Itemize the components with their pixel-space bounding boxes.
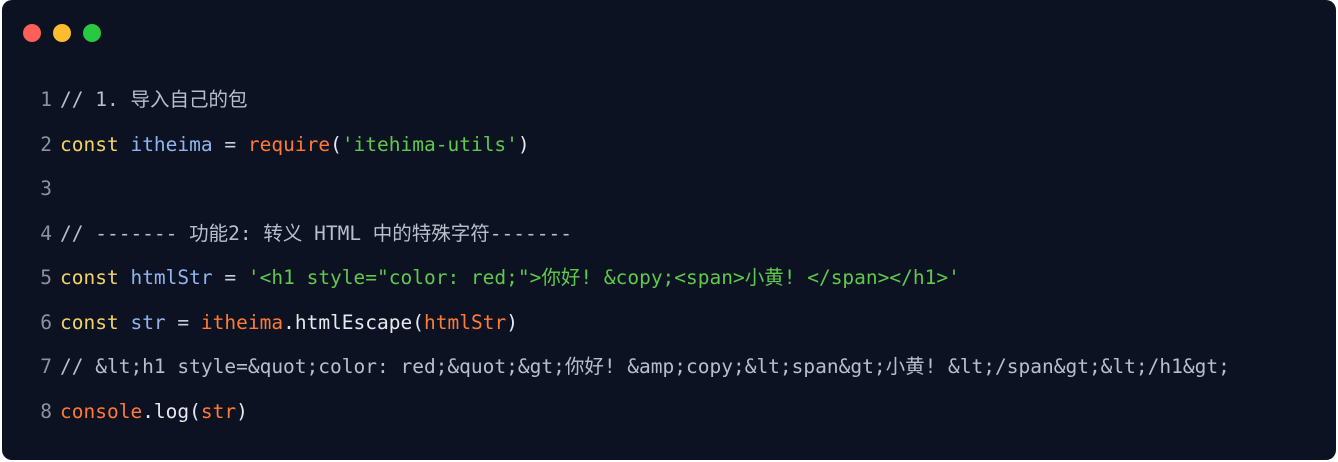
line-number: 4: [40, 221, 52, 245]
code-token-operator: [119, 266, 131, 289]
code-token-punctuation: .htmlEscape(: [283, 310, 424, 334]
line-number: 8: [40, 399, 52, 423]
line-number: 6: [40, 310, 52, 334]
code-line: 3: [2, 167, 1336, 212]
code-token-comment: // 1. 导入自己的包: [60, 88, 248, 111]
code-token-function: console: [60, 399, 143, 423]
code-token-operator: =: [212, 266, 248, 289]
code-line: 1 // 1. 导入自己的包: [2, 78, 1336, 123]
line-number: 7: [40, 355, 52, 378]
code-token-function: itheima: [200, 310, 284, 334]
code-token-punctuation: ): [517, 132, 530, 156]
code-token-operator: [119, 311, 131, 334]
window-titlebar: [2, 0, 1336, 64]
code-token-variable: str: [130, 310, 166, 334]
code-token-keyword: const: [60, 310, 119, 334]
code-line: 6 const str = itheima.htmlEscape(htmlStr): [2, 301, 1336, 346]
code-token-punctuation: ): [506, 310, 518, 334]
code-block: 1 // 1. 导入自己的包 2 const itheima = require('i…: [2, 78, 1336, 434]
code-token-keyword: const: [60, 132, 119, 156]
code-token-comment: // &lt;h1 style=&quot;color: red;&quot;&…: [60, 355, 1230, 378]
code-token-operator: =: [165, 310, 201, 334]
code-token-variable: itheima: [130, 132, 213, 156]
code-token-punctuation: (: [330, 132, 342, 156]
code-token-variable: htmlStr: [130, 266, 213, 289]
code-token-operator: =: [212, 132, 248, 156]
code-line: 2 const itheima = require('itehima-utils'…: [2, 123, 1336, 168]
code-token-keyword: const: [60, 266, 119, 289]
code-token-string: 'itehima-utils': [341, 132, 518, 156]
code-line: 8 console.log(str): [2, 390, 1336, 435]
line-number: 2: [40, 132, 52, 156]
maximize-window-button[interactable]: [83, 24, 101, 42]
code-line: 5 const htmlStr = '<h1 style="color: red;…: [2, 256, 1336, 301]
line-number: 1: [40, 88, 52, 111]
close-window-button[interactable]: [23, 24, 41, 42]
code-line: 4 // ------- 功能2: 转义 HTML 中的特殊字符-------: [2, 212, 1336, 257]
code-token-comment: // ------- 功能2: 转义 HTML 中的特殊字符-------: [60, 221, 572, 245]
minimize-window-button[interactable]: [53, 24, 71, 42]
code-line: 7 // &lt;h1 style=&quot;color: red;&quot;…: [2, 345, 1336, 390]
code-token-function: require: [247, 132, 331, 156]
code-token-function: htmlStr: [424, 310, 507, 334]
code-token-punctuation: .log(: [142, 399, 201, 423]
code-token-punctuation: ): [236, 399, 248, 423]
code-token-string: '<h1 style="color: red;">你好! &copy;<span…: [247, 266, 960, 289]
line-number: 5: [40, 266, 52, 289]
code-window: 1 // 1. 导入自己的包 2 const itheima = require('i…: [2, 0, 1336, 460]
line-number: 3: [40, 177, 52, 200]
code-token-function: str: [200, 399, 237, 423]
code-token-operator: [119, 133, 131, 156]
